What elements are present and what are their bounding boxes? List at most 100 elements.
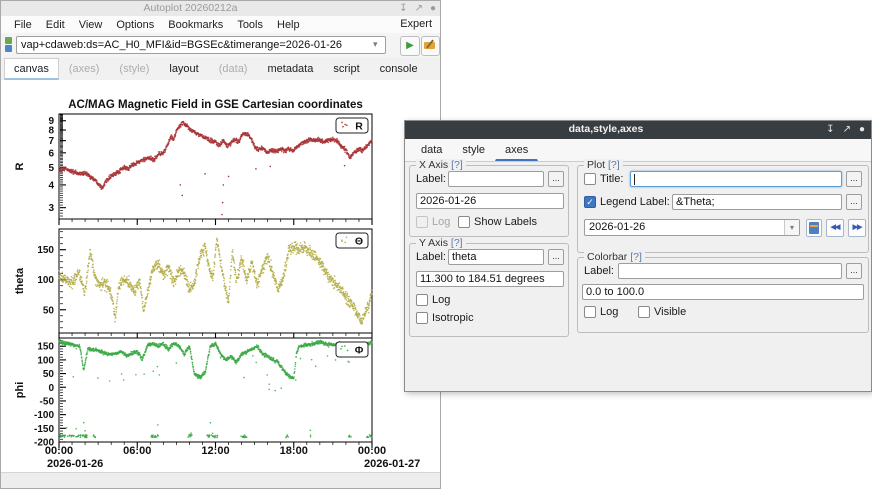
x-label-input[interactable] [448,171,544,187]
plot-title-input[interactable] [630,171,842,187]
menu-help[interactable]: Help [270,19,307,31]
svg-text:Θ: Θ [355,236,363,248]
tab-metadata[interactable]: metadata [257,58,323,80]
svg-text:18:00: 18:00 [280,445,308,457]
tab-canvas[interactable]: canvas [4,58,59,80]
y-isotropic-checkbox[interactable]: ✓ [416,312,428,324]
colorbar-log-checkbox[interactable]: ✓ [584,306,596,318]
dialog-tab-axes[interactable]: axes [495,139,538,161]
plot-help-link[interactable]: [?] [608,159,620,171]
charts-svg: AC/MAG Magnetic Field in GSE Cartesian c… [1,80,442,474]
y-log-checkbox[interactable]: ✓ [416,294,428,306]
menu-bookmarks[interactable]: Bookmarks [161,19,230,31]
svg-text:2026-01-26: 2026-01-26 [47,458,103,470]
menu-tools[interactable]: Tools [230,19,270,31]
svg-text:3: 3 [48,203,54,214]
calendar-button[interactable] [806,219,822,237]
colorbar-label-editor-button[interactable]: ... [846,263,862,279]
svg-text:50: 50 [43,305,55,316]
main-titlebar[interactable]: Autoplot 20260212a ↧ ↗ ● [1,1,440,17]
plot-title-caption: Title: [600,173,623,185]
y-label-input[interactable] [448,249,544,265]
detach-icon[interactable]: ↗ [415,1,423,16]
x-label-editor-button[interactable]: ... [548,171,564,187]
pin-icon[interactable]: ↧ [399,1,407,16]
plot-title-checkbox[interactable]: ✓ [584,173,596,185]
svg-text:2026-01-27: 2026-01-27 [364,458,420,470]
colorbar-visible-checkbox[interactable]: ✓ [638,306,650,318]
window-menu-icon[interactable]: ● [430,1,436,16]
legend-label-input[interactable] [672,194,842,210]
x-label-caption: Label: [416,173,446,185]
previous-interval-button[interactable]: ◀◀ [826,219,844,237]
menu-options[interactable]: Options [109,19,161,31]
x-axis-legend: X Axis [419,159,448,171]
window-menu-icon[interactable]: ● [859,121,865,139]
axes-dialog: data,style,axes ↧ ↗ ● datastyleaxes X Ax… [404,120,872,392]
colorbar-range-input[interactable] [582,284,864,300]
x-range-input[interactable] [416,193,564,209]
y-range-input[interactable] [416,271,564,287]
plot-canvas[interactable]: AC/MAG Magnetic Field in GSE Cartesian c… [1,80,440,474]
y-axis-help-link[interactable]: [?] [451,237,463,249]
y-isotropic-label: Isotropic [432,312,474,324]
x-axis-group: X Axis [?] Label: ... ✓ Log ✓ Show Label… [409,165,569,237]
tab-layout[interactable]: layout [159,58,208,80]
legend-label-checkbox[interactable]: ✓ [584,196,596,208]
expert-menu[interactable]: Expert [400,18,432,30]
dialog-tab-data[interactable]: data [411,139,452,161]
detach-icon[interactable]: ↗ [843,121,851,139]
dialog-tab-style[interactable]: style [452,139,495,161]
svg-text:R: R [14,162,26,170]
next-interval-button[interactable]: ▶▶ [848,219,866,237]
address-dropdown-icon[interactable]: ▾ [373,39,378,50]
tab-style[interactable]: (style) [109,58,159,80]
open-file-button[interactable] [421,36,440,56]
menu-view[interactable]: View [72,19,110,31]
tab-script[interactable]: script [323,58,369,80]
x-show-labels-checkbox[interactable]: ✓ [458,216,470,228]
status-bar [1,472,440,488]
x-log-checkbox[interactable]: ✓ [416,216,428,228]
plot-legend: Plot [587,159,605,171]
timerange-combobox[interactable]: 2026-01-26 ▾ [584,219,800,236]
colorbar-help-link[interactable]: [?] [630,251,642,263]
text-caret [634,174,635,185]
x-show-labels-label: Show Labels [474,216,537,228]
legend-label-editor-button[interactable]: ... [846,194,862,210]
menu-bar: FileEditViewOptionsBookmarksToolsHelp Ex… [1,16,440,34]
svg-text:7: 7 [48,136,54,147]
window-title: Autoplot 20260212a [1,2,380,14]
dialog-title: data,style,axes [405,123,807,135]
desktop: Autoplot 20260212a ↧ ↗ ● FileEditViewOpt… [0,0,872,489]
y-label-caption: Label: [416,251,446,263]
svg-text:0: 0 [48,383,54,394]
colorbar-label-input[interactable] [618,263,842,279]
address-input[interactable] [16,36,386,54]
calendar-icon [809,222,819,234]
colorbar-label-caption: Label: [584,265,614,277]
go-button[interactable]: ▶ [400,36,420,56]
svg-text:R: R [355,121,363,133]
colorbar-visible-label: Visible [654,306,686,318]
svg-text:12:00: 12:00 [201,445,229,457]
chevron-down-icon[interactable]: ▾ [784,220,799,235]
y-axis-legend: Y Axis [419,237,448,249]
svg-text:50: 50 [43,369,55,380]
svg-text:AC/MAG Magnetic Field in GSE: AC/MAG Magnetic Field in GSE Cartesian c… [68,99,363,111]
menu-edit[interactable]: Edit [39,19,72,31]
datasource-icon [5,37,13,53]
y-log-label: Log [432,294,450,306]
svg-text:4: 4 [48,180,54,191]
x-axis-help-link[interactable]: [?] [451,159,463,171]
y-label-editor-button[interactable]: ... [548,249,564,265]
tab-data[interactable]: (data) [209,58,258,80]
dialog-titlebar[interactable]: data,style,axes ↧ ↗ ● [405,121,871,139]
svg-text:06:00: 06:00 [123,445,151,457]
pin-icon[interactable]: ↧ [826,121,834,139]
menu-file[interactable]: File [7,19,39,31]
svg-text:theta: theta [14,267,26,294]
tab-console[interactable]: console [370,58,428,80]
tab-axes[interactable]: (axes) [59,58,110,80]
plot-title-editor-button[interactable]: ... [846,171,862,187]
